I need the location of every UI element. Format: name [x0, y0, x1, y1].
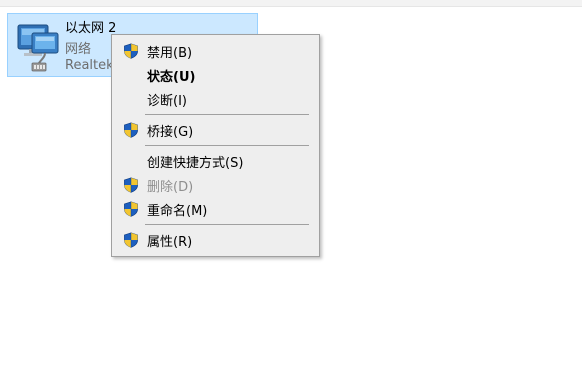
menu-item-label: 创建快捷方式(S)	[147, 156, 244, 171]
menu-item-properties[interactable]: 属性(R)	[113, 228, 318, 252]
menu-separator	[145, 224, 309, 225]
uac-shield-icon	[124, 43, 138, 59]
uac-shield-icon	[124, 177, 138, 193]
network-adapter-icon	[17, 24, 59, 72]
menu-item-label: 桥接(G)	[147, 125, 194, 140]
adapter-name: 以太网 2	[65, 21, 117, 36]
menu-item-label: 属性(R)	[147, 235, 193, 250]
menu-separator	[145, 114, 309, 115]
menu-item-label: 状态(U)	[147, 70, 196, 85]
menu-separator	[145, 145, 309, 146]
uac-shield-icon	[124, 232, 138, 248]
menu-item-label: 删除(D)	[147, 180, 194, 195]
menu-item-disable[interactable]: 禁用(B)	[113, 39, 318, 63]
menu-item-status[interactable]: 状态(U)	[113, 63, 318, 87]
uac-shield-icon	[124, 201, 138, 217]
menu-item-create-shortcut[interactable]: 创建快捷方式(S)	[113, 149, 318, 173]
menu-item-rename[interactable]: 重命名(M)	[113, 197, 318, 221]
window-top-edge	[0, 0, 582, 7]
menu-item-label: 诊断(I)	[147, 94, 187, 109]
adapter-status: 网络	[65, 42, 92, 57]
menu-item-label: 重命名(M)	[147, 204, 208, 219]
menu-item-diagnose[interactable]: 诊断(I)	[113, 87, 318, 111]
menu-item-bridge[interactable]: 桥接(G)	[113, 118, 318, 142]
context-menu: 禁用(B) 状态(U) 诊断(I) 桥接(G) 创建快捷方式(S) 删除(D)	[111, 34, 320, 257]
uac-shield-icon	[124, 122, 138, 138]
menu-item-label: 禁用(B)	[147, 46, 193, 61]
menu-item-delete: 删除(D)	[113, 173, 318, 197]
adapter-device: Realtek	[65, 58, 114, 73]
